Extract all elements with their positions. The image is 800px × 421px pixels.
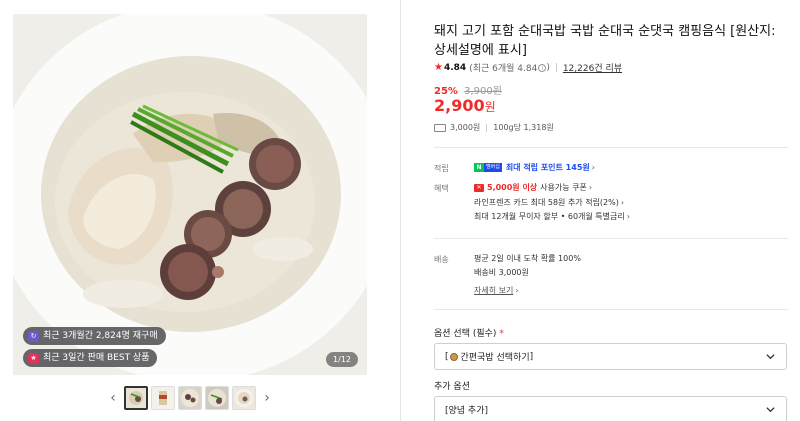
- naverpay-membership-icon: N 멤버십: [474, 163, 502, 172]
- delivery-arrival-rate: 평균 2일 이내 도착 확률 100%: [474, 254, 581, 263]
- chevron-right-icon: ›: [626, 212, 630, 221]
- rating-detail-close: ): [546, 62, 550, 73]
- shipping-fee: 3,000원: [450, 123, 481, 132]
- product-main-image[interactable]: ↻ 최근 3개월간 2,824명 재구매 ★ 최근 3일간 판매 BEST 상품…: [13, 14, 367, 375]
- extra-option-title: 추가 옵션: [434, 382, 470, 392]
- coupon-amount: 5,000원 이상: [487, 183, 538, 192]
- required-option-title: 옵션 선택 (필수) *: [434, 326, 504, 339]
- thumbnail-next-arrow-icon[interactable]: ›: [259, 390, 275, 406]
- required-option-label: 옵션 선택 (필수): [434, 329, 497, 339]
- chevron-right-icon: ›: [620, 198, 625, 207]
- truck-icon: [434, 123, 446, 132]
- benefit-label: 혜택: [434, 184, 449, 193]
- delivery-fee: 배송비 3,000원: [474, 268, 529, 277]
- divider: [434, 238, 788, 239]
- repurchase-badge: ↻ 최근 3개월간 2,824명 재구매: [23, 327, 166, 345]
- product-info-panel: 돼지 고기 포함 순대국밥 국밥 순대국 순댓국 캠핑음식 [원산지: 상세설명…: [434, 0, 794, 421]
- point-info[interactable]: N 멤버십 최대 적립 포인트 145원 ›: [474, 162, 595, 173]
- thumbnail-5[interactable]: [232, 386, 256, 410]
- separator: [555, 63, 557, 72]
- image-counter: 1/12: [326, 352, 358, 367]
- thumbnail-1[interactable]: [124, 386, 148, 410]
- installment-benefit[interactable]: 최대 12개월 무이자 할부 • 60개월 특별금리 ›: [474, 211, 630, 222]
- bracket-open: [: [445, 351, 449, 362]
- option-thumbnail-icon: [449, 352, 458, 361]
- price-unit: 원: [484, 100, 496, 114]
- extra-option-value: [양념 추가]: [445, 406, 489, 416]
- star-icon: ★: [434, 62, 443, 73]
- thumbnail-4[interactable]: [205, 386, 229, 410]
- sundae-gukbap-photo: [13, 14, 367, 375]
- thumbnail-image: [179, 387, 201, 409]
- repurchase-icon: ↻: [28, 330, 39, 342]
- coupon-icon: ✕: [474, 183, 484, 192]
- rating-detail: (최근 6개월 4.84: [469, 64, 538, 74]
- thumbnail-prev-arrow-icon[interactable]: ‹: [105, 390, 121, 406]
- shipping-summary: 3,000원 100g당 1,318원: [434, 122, 554, 133]
- product-title: 돼지 고기 포함 순대국밥 국밥 순대국 순댓국 캠핑음식 [원산지: 상세설명…: [434, 24, 776, 58]
- card-benefit[interactable]: 라인프렌즈 카드 최대 58원 추가 적립(2%) ›: [474, 197, 624, 208]
- review-count-link[interactable]: 12,226건 리뷰: [563, 61, 622, 74]
- thumbnail-image: [126, 388, 146, 408]
- product-gallery: ↻ 최근 3개월간 2,824명 재구매 ★ 최근 3일간 판매 BEST 상품…: [0, 0, 400, 421]
- point-label: 적립: [434, 164, 449, 173]
- rating-value: 4.84: [443, 62, 467, 73]
- bracket-close: ]: [529, 351, 534, 362]
- separator: [486, 123, 488, 132]
- thumbnail-2[interactable]: [151, 386, 175, 410]
- thumbnail-3[interactable]: [178, 386, 202, 410]
- delivery-label: 배송: [434, 255, 449, 264]
- chevron-right-icon: ›: [588, 183, 593, 192]
- installment-text: 최대 12개월 무이자 할부 • 60개월 특별금리: [474, 212, 625, 221]
- trophy-icon: ★: [28, 352, 39, 364]
- sale-price: 2,900원: [434, 96, 496, 115]
- thumbnail-strip: ‹ ›: [105, 385, 275, 411]
- chevron-right-icon: ›: [515, 286, 519, 295]
- discount-row: 25% 3,900원: [434, 82, 502, 97]
- divider: [434, 147, 788, 148]
- max-point-text: 최대 적립 포인트 145원: [505, 163, 590, 172]
- price-value: 2,900: [434, 96, 485, 115]
- chevron-down-icon: [766, 407, 775, 413]
- rating-row: ★ 4.84 (최근 6개월 4.84 i ) 12,226건 리뷰: [434, 61, 622, 74]
- thumbnail-image: [233, 387, 255, 409]
- detail-link-text: 자세히 보기: [474, 286, 514, 295]
- chevron-right-icon: ›: [591, 163, 595, 172]
- extra-option-select[interactable]: [양념 추가]: [434, 396, 787, 421]
- chevron-down-icon: [766, 354, 775, 360]
- coupon-text: 사용가능 쿠폰: [540, 183, 587, 192]
- thumbnail-image: [152, 387, 174, 409]
- best-seller-badge: ★ 최근 3일간 판매 BEST 상품: [23, 349, 158, 367]
- repurchase-badge-text: 최근 3개월간 2,824명 재구매: [43, 331, 158, 341]
- unit-price: 100g당 1,318원: [493, 123, 554, 132]
- delivery-detail-link[interactable]: 자세히 보기 ›: [474, 285, 519, 296]
- required-option-value: 간편국밥 선택하기: [460, 353, 530, 363]
- required-marker: *: [499, 329, 504, 339]
- info-icon[interactable]: i: [538, 63, 547, 72]
- thumbnail-image: [206, 387, 228, 409]
- card-benefit-text: 라인프렌즈 카드 최대 58원 추가 적립(2%): [474, 198, 619, 207]
- best-seller-badge-text: 최근 3일간 판매 BEST 상품: [43, 353, 150, 363]
- coupon-info[interactable]: ✕ 5,000원 이상 사용가능 쿠폰 ›: [474, 182, 592, 193]
- required-option-select[interactable]: [ 간편국밥 선택하기 ]: [434, 343, 787, 370]
- divider: [434, 309, 788, 310]
- column-divider: [400, 0, 401, 421]
